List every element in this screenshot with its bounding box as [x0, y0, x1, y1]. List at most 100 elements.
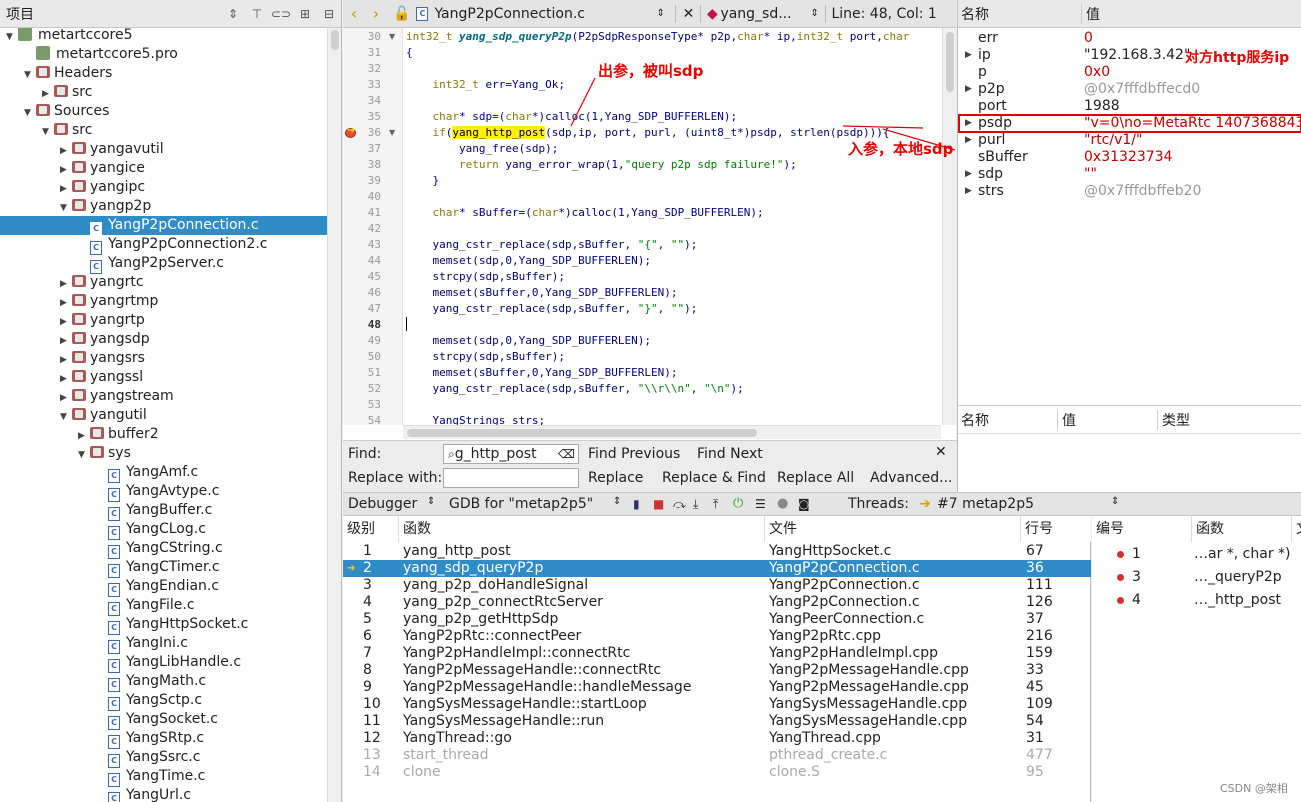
- local-variable-row[interactable]: ▶ strs @0x7fffdbffeb20: [958, 183, 1301, 200]
- watch-col-type[interactable]: 类型: [1158, 410, 1190, 430]
- tree-item[interactable]: C YangAmf.c: [0, 463, 328, 483]
- breakpoint-row[interactable]: 1 …ar *, char *): [1092, 546, 1301, 563]
- code-line[interactable]: if(yang_http_post(sdp,ip, port, purl, (u…: [406, 125, 889, 141]
- line-number[interactable]: 40: [353, 189, 381, 205]
- stack-frame-row[interactable]: 14 clone clone.S 95: [343, 764, 1091, 781]
- tree-item[interactable]: C YangLibHandle.c: [0, 653, 328, 673]
- tree-item[interactable]: ▼ sys: [0, 444, 328, 463]
- reverse-icon[interactable]: ☰: [755, 497, 766, 511]
- code-line[interactable]: yang_cstr_replace(sdp,sBuffer, "\\r\\n",…: [406, 381, 743, 397]
- local-variable-row[interactable]: ▶ sdp "": [958, 166, 1301, 183]
- tree-item[interactable]: ▶ src: [0, 83, 328, 102]
- stack-frame-row[interactable]: 6 YangP2pRtc::connectPeer YangP2pRtc.cpp 21…: [343, 628, 1091, 645]
- tree-item[interactable]: C YangEndian.c: [0, 577, 328, 597]
- tree-item[interactable]: ▶ yangrtp: [0, 311, 328, 330]
- line-number[interactable]: 48: [353, 317, 381, 333]
- bp-col-number[interactable]: 编号: [1092, 516, 1192, 542]
- line-number[interactable]: 32: [353, 61, 381, 77]
- symbol-tab[interactable]: yang_sd...: [720, 6, 810, 22]
- project-tree-scrollbar[interactable]: [327, 28, 341, 802]
- expand-arrow-icon[interactable]: ▶: [965, 81, 972, 98]
- expand-arrow-icon[interactable]: ▶: [965, 47, 972, 64]
- line-number[interactable]: 36: [353, 125, 381, 141]
- tree-item[interactable]: C YangHttpSocket.c: [0, 615, 328, 635]
- line-number[interactable]: 50: [353, 349, 381, 365]
- filter-icon[interactable]: ⊤: [245, 7, 269, 21]
- symbol-dropdown-icon[interactable]: ⇕: [810, 8, 822, 19]
- code-line[interactable]: memset(sBuffer,0,Yang_SDP_BUFFERLEN);: [406, 285, 677, 301]
- fold-icon[interactable]: ▼: [389, 125, 395, 141]
- stack-frame-row[interactable]: 8 YangP2pMessageHandle::connectRtc YangP2p…: [343, 662, 1091, 679]
- tree-item[interactable]: ▶ yangipc: [0, 178, 328, 197]
- step-into-icon[interactable]: ⤓: [693, 497, 698, 512]
- local-variable-row[interactable]: ▶ p2p @0x7fffdbffecd0: [958, 81, 1301, 98]
- line-number[interactable]: 35: [353, 109, 381, 125]
- tree-item[interactable]: C YangBuffer.c: [0, 501, 328, 521]
- line-number[interactable]: 45: [353, 269, 381, 285]
- find-previous-button[interactable]: Find Previous: [588, 446, 680, 462]
- stack-frame-row[interactable]: ➔ 2 yang_sdp_queryP2p YangP2pConnection.c 36: [343, 560, 1091, 577]
- code-line[interactable]: strcpy(sdp,sBuffer);: [406, 349, 564, 365]
- tree-item[interactable]: ▶ yangrtc: [0, 273, 328, 292]
- stack-frame-row[interactable]: 5 yang_p2p_getHttpSdp YangPeerConnection.c…: [343, 611, 1091, 628]
- expand-arrow-icon[interactable]: ▶: [965, 166, 972, 183]
- tree-item[interactable]: C YangFile.c: [0, 596, 328, 616]
- stack-frame-row[interactable]: 7 YangP2pHandleImpl::connectRtc YangP2pHan…: [343, 645, 1091, 662]
- advanced-button[interactable]: Advanced...: [870, 470, 953, 486]
- mode-dropdown-icon[interactable]: ⇕: [427, 496, 435, 507]
- editor-horizontal-scrollbar[interactable]: [403, 425, 941, 439]
- local-variable-row[interactable]: err 0: [958, 30, 1301, 47]
- tree-item[interactable]: C YangSocket.c: [0, 710, 328, 730]
- debugger-mode-select[interactable]: Debugger: [348, 496, 417, 512]
- tree-item[interactable]: C YangP2pServer.c: [0, 254, 328, 274]
- tree-item[interactable]: ▼ metartccore5: [0, 28, 328, 45]
- tree-item[interactable]: ▶ yangsdp: [0, 330, 328, 349]
- code-line[interactable]: return yang_error_wrap(1,"query p2p sdp …: [406, 157, 797, 173]
- line-number[interactable]: 44: [353, 253, 381, 269]
- tree-item[interactable]: C YangP2pConnection2.c: [0, 235, 328, 255]
- thread-select[interactable]: #7 metap2p5: [937, 496, 1034, 512]
- thread-dropdown-icon[interactable]: ⇕: [1111, 496, 1119, 507]
- tree-item[interactable]: ▶ yangstream: [0, 387, 328, 406]
- replace-input[interactable]: [443, 468, 579, 488]
- split-icon[interactable]: ⊞: [293, 7, 317, 21]
- tree-item[interactable]: ▼ Sources: [0, 102, 328, 121]
- local-variable-row[interactable]: ▶ purl "rtc/v1/": [958, 132, 1301, 149]
- code-line[interactable]: char* sdp=(char*)calloc(1,Yang_SDP_BUFFE…: [406, 109, 738, 125]
- watch-col-value[interactable]: 值: [1058, 409, 1158, 430]
- tree-item[interactable]: ▶ yangssl: [0, 368, 328, 387]
- stack-frame-row[interactable]: 10 YangSysMessageHandle::startLoop YangSys…: [343, 696, 1091, 713]
- close-file-icon[interactable]: ✕: [679, 6, 697, 22]
- code-line[interactable]: }: [406, 173, 439, 189]
- tree-item[interactable]: C YangUrl.c: [0, 786, 328, 802]
- tree-item[interactable]: ▶ yangavutil: [0, 140, 328, 159]
- close-panel-icon[interactable]: ⊟: [317, 7, 341, 21]
- link-icon[interactable]: ⊂⊃: [269, 7, 293, 21]
- step-over-icon[interactable]: ⤼: [673, 497, 686, 512]
- line-number[interactable]: 43: [353, 237, 381, 253]
- code-line[interactable]: memset(sdp,0,Yang_SDP_BUFFERLEN);: [406, 333, 651, 349]
- tree-item[interactable]: metartccore5.pro: [0, 45, 328, 64]
- stack-frame-row[interactable]: 9 YangP2pMessageHandle::handleMessage Yang…: [343, 679, 1091, 696]
- tree-item[interactable]: ▼ yangp2p: [0, 197, 328, 216]
- stack-frame-row[interactable]: 13 start_thread pthread_create.c 477: [343, 747, 1091, 764]
- fold-icon[interactable]: ▼: [389, 29, 395, 45]
- code-line[interactable]: YangStrings strs;: [406, 413, 545, 425]
- watch-col-name[interactable]: 名称: [958, 409, 1058, 430]
- tree-item[interactable]: ▶ yangrtmp: [0, 292, 328, 311]
- line-number[interactable]: 39: [353, 173, 381, 189]
- line-number[interactable]: 46: [353, 285, 381, 301]
- line-number[interactable]: 37: [353, 141, 381, 157]
- local-variable-row[interactable]: sBuffer 0x31323734: [958, 149, 1301, 166]
- line-number[interactable]: 53: [353, 397, 381, 413]
- code-line[interactable]: yang_cstr_replace(sdp,sBuffer, "{", "");: [406, 237, 697, 253]
- line-number[interactable]: 41: [353, 205, 381, 221]
- stack-col-line[interactable]: 行号: [1021, 516, 1091, 542]
- tree-item[interactable]: C YangSsrc.c: [0, 748, 328, 768]
- breakpoint-row[interactable]: 4 …_http_post: [1092, 592, 1301, 609]
- line-number[interactable]: 31: [353, 45, 381, 61]
- file-dropdown-icon[interactable]: ⇕: [656, 8, 672, 19]
- stack-col-file[interactable]: 文件: [765, 516, 1021, 542]
- stack-col-level[interactable]: 级别: [343, 516, 399, 542]
- tree-item[interactable]: ▶ yangice: [0, 159, 328, 178]
